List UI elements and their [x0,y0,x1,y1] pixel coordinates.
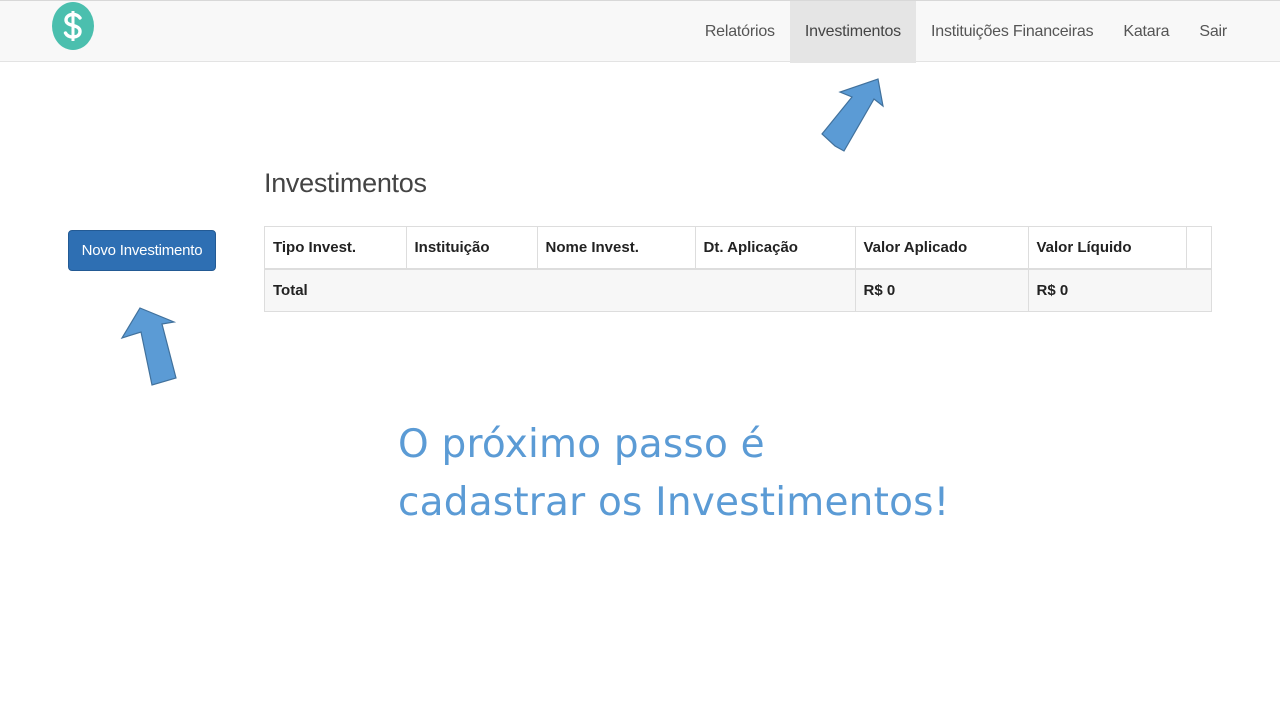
column-header-data-aplicacao[interactable]: Dt. Aplicação [695,227,856,269]
nav-item-relatorios[interactable]: Relatórios [690,1,790,63]
arrow-up-icon [120,307,177,386]
total-label: Total [265,269,856,311]
top-navbar: Relatórios Investimentos Instituições Fi… [0,0,1280,63]
column-header-actions [1186,227,1211,269]
annotation-line-1: O próximo passo é [398,422,765,467]
page: Relatórios Investimentos Instituições Fi… [0,0,1280,720]
column-header-tipo[interactable]: Tipo Invest. [265,227,407,269]
nav-item-investimentos[interactable]: Investimentos [789,1,916,63]
nav-item-instituicoes-financeiras[interactable]: Instituições Financeiras [916,1,1108,63]
nav-item-user-katara[interactable]: Katara [1108,1,1184,63]
nav-item-sair[interactable]: Sair [1184,1,1242,63]
table-total-row: Total R$ 0 R$ 0 [265,269,1211,311]
column-header-nome[interactable]: Nome Invest. [537,227,696,269]
nav-menu: Relatórios Investimentos Instituições Fi… [690,1,1242,63]
arrow-up-icon [821,78,884,152]
dollar-glyph [63,11,82,41]
annotation-caption: O próximo passo é cadastrar os Investime… [398,416,950,532]
total-valor-aplicado: R$ 0 [855,269,1029,311]
total-valor-liquido: R$ 0 [1036,282,1069,299]
table-header-row: Tipo Invest. Instituição Nome Invest. Dt… [265,227,1211,269]
page-title: Investimentos [264,168,427,198]
column-header-valor-liquido[interactable]: Valor Líquido [1028,227,1187,269]
dollar-icon[interactable] [52,2,94,50]
column-header-instituicao[interactable]: Instituição [406,227,538,269]
column-header-valor-aplicado[interactable]: Valor Aplicado [855,227,1029,269]
annotation-line-2: cadastrar os Investimentos! [398,480,950,525]
new-investment-button[interactable]: Novo Investimento [68,230,216,271]
investments-table: Tipo Invest. Instituição Nome Invest. Dt… [264,226,1212,312]
